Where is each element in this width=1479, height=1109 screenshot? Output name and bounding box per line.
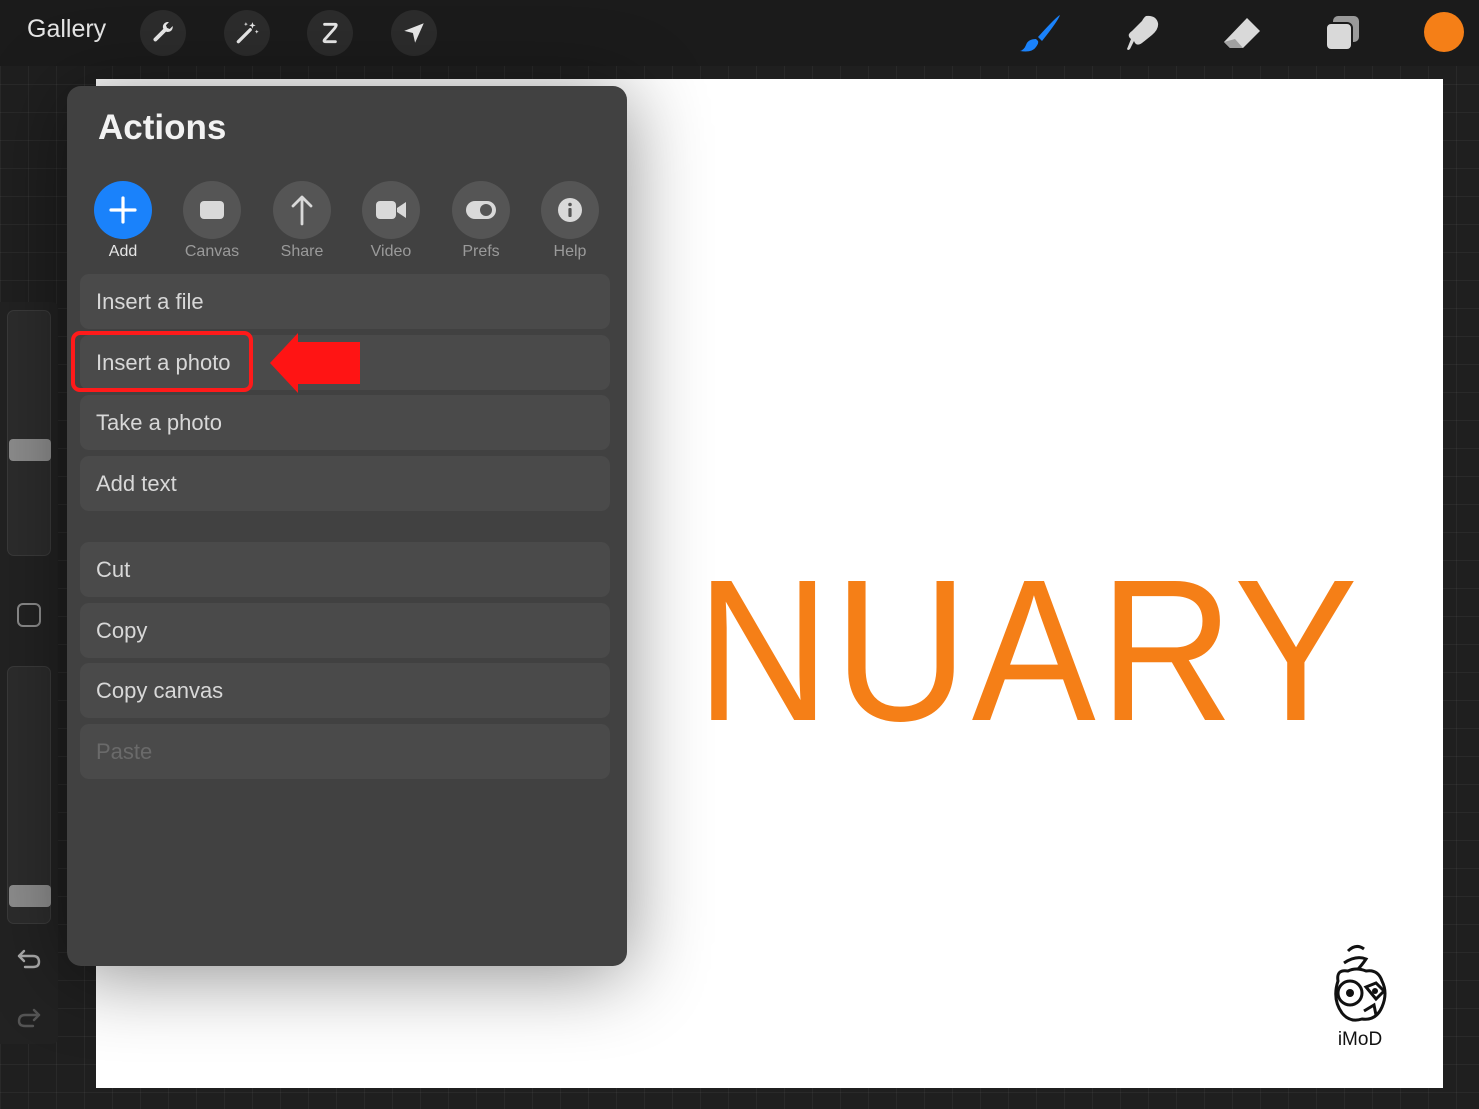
tab-share[interactable]: Share [272, 181, 332, 261]
tab-label: Video [370, 243, 412, 260]
layers-button[interactable] [1320, 12, 1364, 54]
brush-icon [1020, 15, 1060, 52]
selection-button[interactable] [307, 10, 353, 56]
wrench-icon [153, 22, 173, 42]
brush-size-slider[interactable] [7, 310, 51, 556]
tab-video[interactable]: Video [361, 181, 421, 261]
highlight-box [71, 331, 253, 392]
panel-pointer [217, 154, 247, 172]
adjustments-button[interactable] [224, 10, 270, 56]
opacity-handle[interactable] [9, 885, 51, 907]
top-toolbar: Gallery [0, 0, 1479, 66]
menu-item-copy-canvas[interactable]: Copy canvas [80, 663, 610, 718]
info-icon [558, 198, 582, 222]
video-camera-icon [376, 201, 406, 219]
brush-button[interactable] [1018, 12, 1062, 54]
toggle-icon [466, 201, 496, 219]
canvas-text: NUARY [696, 537, 1362, 763]
tab-add[interactable]: Add [93, 181, 153, 261]
smudge-icon [1127, 15, 1159, 50]
undo-icon [17, 949, 41, 969]
canvas-icon [200, 201, 224, 219]
layers-icon [1325, 16, 1359, 51]
tab-help[interactable]: Help [540, 181, 600, 261]
eraser-button[interactable] [1220, 12, 1264, 54]
watermark-logo: iMoD [1326, 941, 1394, 1051]
eraser-icon [1224, 18, 1260, 48]
selection-icon [322, 22, 338, 44]
left-sidebar [0, 302, 58, 1044]
gallery-button[interactable]: Gallery [27, 15, 106, 44]
brush-size-handle[interactable] [9, 439, 51, 461]
opacity-slider[interactable] [7, 666, 51, 924]
transform-button[interactable] [391, 10, 437, 56]
actions-button[interactable] [140, 10, 186, 56]
tab-label: Prefs [462, 243, 500, 260]
smudge-button[interactable] [1120, 12, 1164, 54]
modify-button[interactable] [17, 603, 41, 627]
imod-logo-icon [1334, 944, 1387, 1022]
tab-canvas[interactable]: Canvas [182, 181, 242, 261]
tab-label: Share [280, 243, 324, 260]
menu-item-copy[interactable]: Copy [80, 603, 610, 658]
menu-item-insert-file[interactable]: Insert a file [80, 274, 610, 329]
undo-button[interactable] [15, 945, 43, 973]
watermark-text: iMoD [1337, 1029, 1383, 1050]
magic-wand-icon [236, 22, 259, 44]
menu-item-cut[interactable]: Cut [80, 542, 610, 597]
redo-icon [17, 1008, 41, 1028]
menu-item-take-photo[interactable]: Take a photo [80, 395, 610, 450]
actions-panel: Actions Add Canvas Share Video Prefs Hel… [67, 86, 627, 966]
redo-button[interactable] [15, 1004, 43, 1032]
menu-item-paste: Paste [80, 724, 610, 779]
tab-prefs[interactable]: Prefs [451, 181, 511, 261]
red-arrow-icon [270, 333, 360, 393]
color-picker-button[interactable] [1424, 12, 1464, 52]
panel-title: Actions [98, 108, 227, 147]
share-arrow-icon [291, 195, 313, 226]
tab-label: Canvas [184, 243, 240, 260]
tab-label: Help [553, 243, 587, 260]
tab-label: Add [108, 243, 138, 260]
transform-arrow-icon [404, 23, 424, 43]
plus-icon [109, 196, 137, 224]
menu-item-add-text[interactable]: Add text [80, 456, 610, 511]
